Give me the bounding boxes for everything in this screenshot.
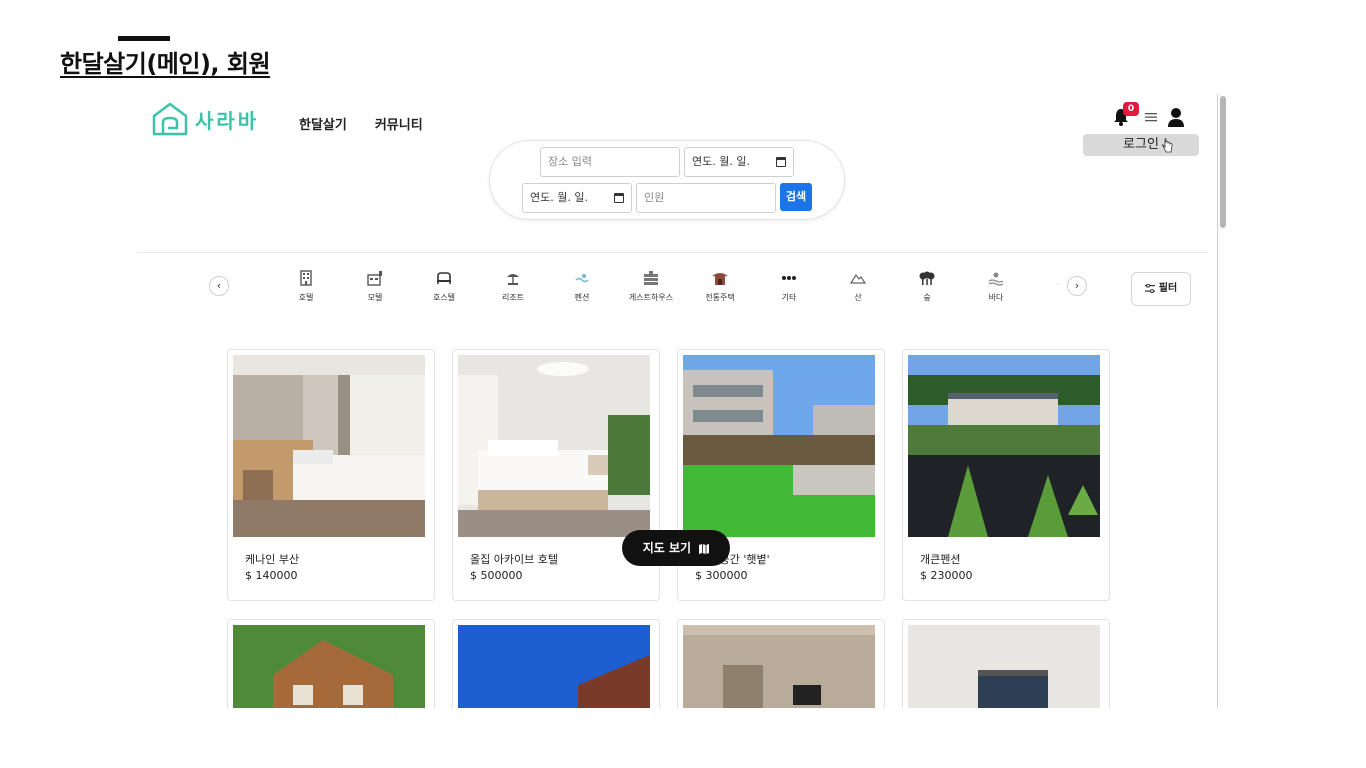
listing-card[interactable] [452,619,660,708]
guests-input[interactable]: 인원 [636,183,776,213]
web-page: 사라바 한달살기 커뮤니티 0 로그인 장소 입력 연도. 월. 일. 연도. … [137,94,1229,708]
category-label: 리조트 [501,293,525,302]
map-view-label: 지도 보기 [642,541,692,555]
more-icon [782,276,796,280]
category-next-button[interactable]: › [1067,276,1087,296]
category-label: 게스트하우스 [628,293,674,302]
category-label: 모텔 [367,293,383,302]
category-label: 전통주택 [705,293,735,302]
category-resort[interactable]: 리조트 [478,270,548,303]
category-hostel[interactable]: 호스텔 [409,270,479,303]
brand-logo[interactable]: 사라바 [151,102,259,136]
user-icon[interactable] [1167,107,1185,127]
category-label: 기타 [781,293,797,302]
listing-photo [233,355,425,537]
resort-icon [507,274,519,285]
listing-photo [458,355,650,537]
scrollbar-thumb[interactable] [1220,96,1226,228]
hand-cursor-icon [1162,138,1173,153]
listing-photo [908,625,1100,708]
nav-community[interactable]: 커뮤니티 [375,114,423,133]
listing-photo [683,355,875,537]
brand-name: 사라바 [195,108,260,133]
category-label: 숲 [923,293,931,302]
search-button[interactable]: 검색 [780,183,812,211]
location-input[interactable]: 장소 입력 [540,147,680,177]
category-more[interactable]: 기타 [754,270,824,303]
filter-icon [1144,283,1155,293]
checkin-date-input[interactable]: 연도. 월. 일. [684,147,794,177]
slide-title-bar [118,36,170,41]
category-overflow-hint: · [1057,280,1060,289]
pension-icon [575,274,589,283]
listing-photo [908,355,1100,537]
category-sea[interactable]: 바다 [961,270,1031,303]
category-label: 산 [854,293,862,302]
hotel-icon [300,270,312,286]
hanok-icon [712,273,728,285]
filter-button[interactable]: 필터 [1131,272,1191,306]
category-forest[interactable]: 숲 [892,270,962,303]
nav-monthly-stay[interactable]: 한달살기 [299,114,347,133]
main-nav: 한달살기 커뮤니티 [299,114,423,133]
search-form: 장소 입력 연도. 월. 일. 연도. 월. 일. 인원 검색 [489,140,845,220]
filter-label: 필터 [1158,283,1178,294]
category-hotel[interactable]: 호텔 [271,270,341,303]
listing-title: 케나인 부산 [245,553,300,566]
checkout-date-value: 연도. 월. 일. [530,191,588,204]
hamburger-menu-icon[interactable] [1145,111,1157,123]
category-hanok[interactable]: 전통주택 [685,270,755,303]
listing-title: 개큰펜션 [920,553,961,566]
category-label: 바다 [988,293,1004,302]
checkin-date-value: 연도. 월. 일. [692,155,750,168]
login-button[interactable]: 로그인 [1083,134,1199,156]
page-scrollbar[interactable] [1217,94,1229,708]
listing-card[interactable]: 개큰펜션 $ 230000 [902,349,1110,601]
slide-title: 한달살기(메인), 회원 [60,50,271,78]
notification-badge: 0 [1123,102,1139,116]
map-icon [699,543,710,554]
category-mountain[interactable]: 산 [823,270,893,303]
listing-card[interactable]: 올집 아카이브 호텔 $ 500000 [452,349,660,601]
listing-price: $ 500000 [470,569,523,582]
category-motel[interactable]: 모텔 [340,270,410,303]
calendar-icon[interactable] [775,157,786,167]
listing-price: $ 300000 [695,569,748,582]
listing-photo [233,625,425,708]
category-guesthouse[interactable]: 게스트하우스 [616,270,686,303]
map-view-button[interactable]: 지도 보기 [622,530,730,566]
listing-card[interactable] [677,619,885,708]
listing-title: 올집 아카이브 호텔 [470,553,558,566]
sea-icon [988,272,1004,286]
category-prev-button[interactable]: ‹ [209,276,229,296]
house-logo-icon [152,102,188,136]
category-pension[interactable]: 펜션 [547,270,617,303]
forest-icon [919,271,935,285]
listing-card[interactable]: 케나인 부산 $ 140000 [227,349,435,601]
calendar-icon[interactable] [613,193,624,203]
category-label: 펜션 [574,293,590,302]
listing-card[interactable] [902,619,1110,708]
listing-photo [458,625,650,708]
listing-card[interactable] [227,619,435,708]
hostel-icon [437,272,451,284]
checkout-date-input[interactable]: 연도. 월. 일. [522,183,632,213]
header-divider [137,252,1209,253]
motel-icon [367,271,382,286]
listing-price: $ 230000 [920,569,973,582]
listing-price: $ 140000 [245,569,298,582]
guesthouse-icon [644,271,658,285]
category-label: 호텔 [298,293,314,302]
category-label: 호스텔 [432,293,456,302]
mountain-icon [850,273,866,284]
listing-photo [683,625,875,708]
